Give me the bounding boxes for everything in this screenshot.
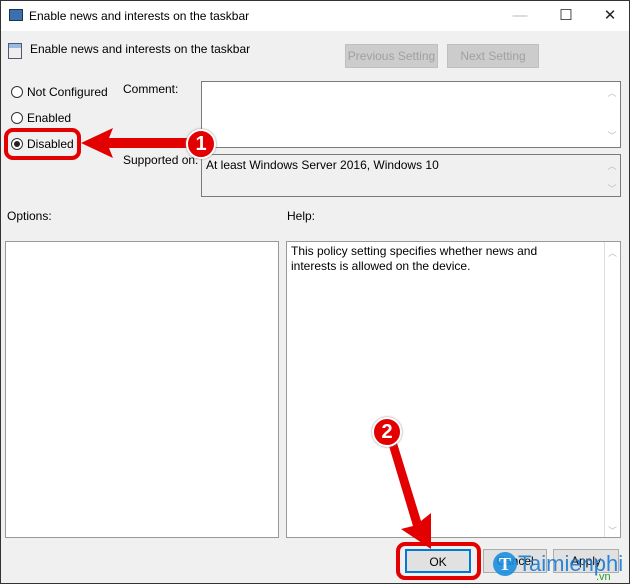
watermark-domain: .vn — [596, 571, 611, 583]
arrow-2 — [389, 443, 431, 549]
supported-on-field: At least Windows Server 2016, Windows 10… — [201, 154, 621, 197]
next-setting-button[interactable]: Next Setting — [447, 44, 539, 68]
comment-label: Comment: — [123, 82, 179, 96]
supported-on-value: At least Windows Server 2016, Windows 10 — [206, 158, 439, 172]
app-icon — [9, 9, 23, 21]
options-label: Options: — [7, 209, 52, 223]
window-title: Enable news and interests on the taskbar — [29, 9, 250, 23]
policy-dialog: Enable news and interests on the taskbar… — [0, 0, 630, 584]
policy-icon — [8, 43, 22, 59]
help-text: This policy setting specifies whether ne… — [291, 244, 538, 273]
radio-circle[interactable] — [11, 112, 23, 124]
help-scrollbar[interactable]: ︿ ﹀ — [604, 242, 620, 537]
radio-enabled[interactable]: Enabled — [11, 111, 71, 125]
step-2-badge: 2 — [372, 417, 402, 447]
highlight-disabled — [4, 128, 81, 160]
supported-scrollbar[interactable]: ︿ ﹀ — [604, 155, 620, 196]
comment-input[interactable]: ︿ ﹀ — [201, 81, 621, 148]
title-bar: Enable news and interests on the taskbar… — [1, 1, 629, 31]
step-1-badge: 1 — [186, 129, 216, 159]
previous-setting-button[interactable]: Previous Setting — [345, 44, 438, 68]
radio-circle[interactable] — [11, 86, 23, 98]
options-panel — [5, 241, 279, 538]
policy-title: Enable news and interests on the taskbar — [30, 42, 251, 56]
minimize-button[interactable]: — — [497, 1, 543, 31]
comment-scrollbar[interactable]: ︿ ﹀ — [604, 82, 620, 147]
maximize-button[interactable]: ☐ — [543, 1, 589, 31]
help-panel: This policy setting specifies whether ne… — [286, 241, 621, 538]
help-label: Help: — [287, 209, 316, 223]
radio-label: Not Configured — [27, 85, 108, 99]
radio-not-configured[interactable]: Not Configured — [11, 85, 108, 99]
radio-label: Enabled — [27, 111, 72, 125]
close-button[interactable]: ✕ — [587, 1, 630, 31]
